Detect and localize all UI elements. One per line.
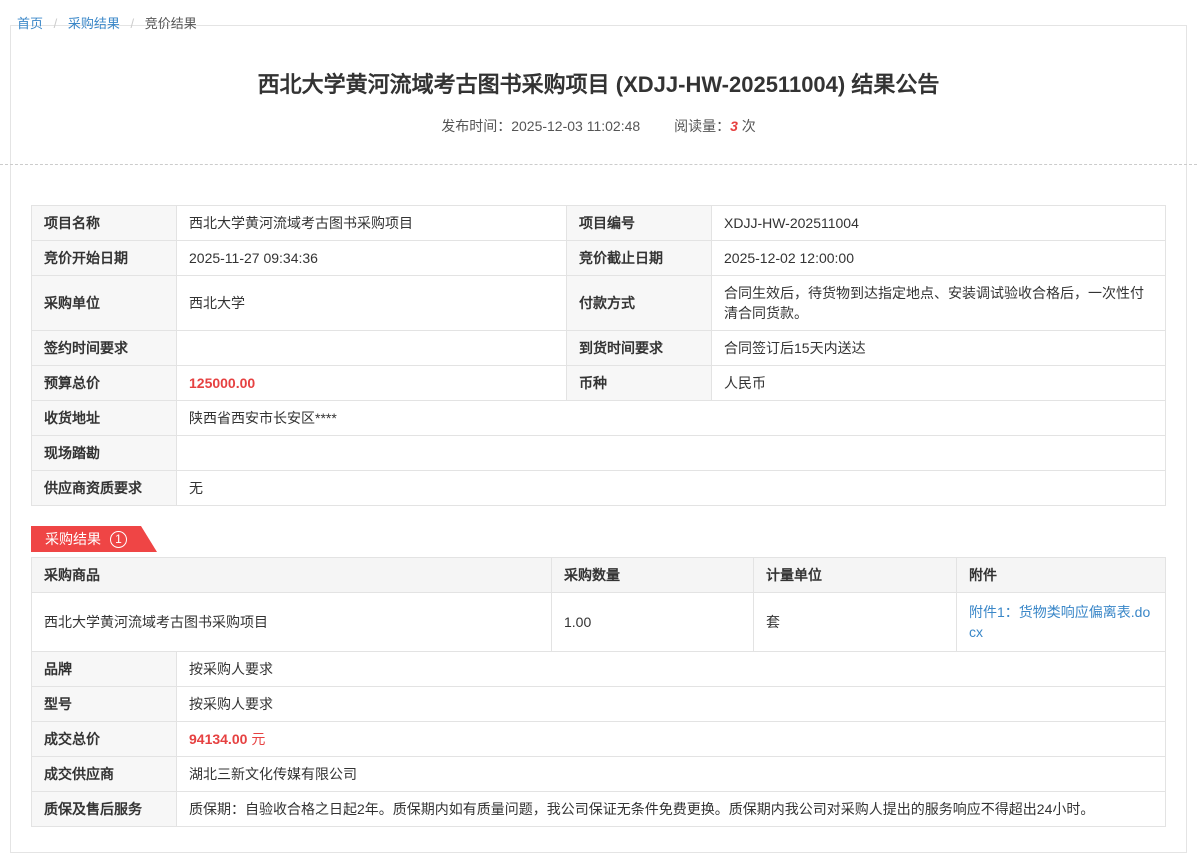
- payment-method-value: 合同生效后，待货物到达指定地点、安装调试验收合格后，一次性付清合同货款。: [712, 276, 1166, 331]
- site-survey-label: 现场踏勘: [32, 436, 177, 471]
- project-name-label: 项目名称: [32, 206, 177, 241]
- signing-time-value: [177, 331, 567, 366]
- deal-price-value: 94134.00元: [177, 722, 1166, 757]
- product-column-header: 采购商品: [32, 558, 552, 593]
- deal-price-label: 成交总价: [32, 722, 177, 757]
- site-survey-value: [177, 436, 1166, 471]
- publish-time-group: 发布时间：2025-12-03 11:02:48: [441, 118, 644, 134]
- attachment-link[interactable]: 附件1：货物类响应偏离表.docx: [969, 602, 1153, 642]
- unit-cell: 套: [754, 593, 957, 652]
- signing-time-label: 签约时间要求: [32, 331, 177, 366]
- announcement-card: 西北大学黄河流域考古图书采购项目 (XDJJ-HW-202511004) 结果公…: [10, 25, 1187, 853]
- purchaser-label: 采购单位: [32, 276, 177, 331]
- views-unit: 次: [742, 118, 756, 134]
- views-label: 阅读量：: [674, 118, 730, 134]
- result-badge-number-icon: 1: [110, 531, 127, 548]
- table-header-row: 采购商品 采购数量 计量单位 附件: [32, 558, 1166, 593]
- page: 首页 / 采购结果 / 竞价结果 西北大学黄河流域考古图书采购项目 (XDJJ-…: [0, 0, 1197, 867]
- quantity-column-header: 采购数量: [552, 558, 754, 593]
- result-badge: 采购结果 1: [31, 526, 157, 552]
- model-label: 型号: [32, 687, 177, 722]
- attachment-column-header: 附件: [957, 558, 1166, 593]
- payment-method-label: 付款方式: [567, 276, 712, 331]
- quantity-cell: 1.00: [552, 593, 754, 652]
- table-row: 竞价开始日期 2025-11-27 09:34:36 竞价截止日期 2025-1…: [32, 241, 1166, 276]
- table-row: 采购单位 西北大学 付款方式 合同生效后，待货物到达指定地点、安装调试验收合格后…: [32, 276, 1166, 331]
- table-row: 品牌 按采购人要求: [32, 652, 1166, 687]
- winning-supplier-label: 成交供应商: [32, 757, 177, 792]
- supplier-qualification-label: 供应商资质要求: [32, 471, 177, 506]
- publish-meta: 发布时间：2025-12-03 11:02:48 阅读量：3 次: [11, 116, 1186, 136]
- result-section-header: 采购结果 1: [31, 526, 1166, 552]
- table-row: 项目名称 西北大学黄河流域考古图书采购项目 项目编号 XDJJ-HW-20251…: [32, 206, 1166, 241]
- page-title: 西北大学黄河流域考古图书采购项目 (XDJJ-HW-202511004) 结果公…: [51, 70, 1146, 100]
- table-row: 质保及售后服务 质保期：自验收合格之日起2年。质保期内如有质量问题，我公司保证无…: [32, 792, 1166, 827]
- attachment-cell: 附件1：货物类响应偏离表.docx: [957, 593, 1166, 652]
- purchaser-value: 西北大学: [177, 276, 567, 331]
- brand-label: 品牌: [32, 652, 177, 687]
- breadcrumb-procurement-results[interactable]: 采购结果: [68, 16, 120, 31]
- views-count: 3: [730, 118, 738, 134]
- project-info-table: 项目名称 西北大学黄河流域考古图书采购项目 项目编号 XDJJ-HW-20251…: [31, 205, 1166, 506]
- deal-price-unit: 元: [251, 731, 265, 747]
- project-number-label: 项目编号: [567, 206, 712, 241]
- breadcrumb-current-bidding-results: 竞价结果: [145, 16, 197, 31]
- breadcrumb-home[interactable]: 首页: [17, 16, 43, 31]
- table-row: 成交总价 94134.00元: [32, 722, 1166, 757]
- table-row: 现场踏勘: [32, 436, 1166, 471]
- warranty-value: 质保期：自验收合格之日起2年。质保期内如有质量问题，我公司保证无条件免费更换。质…: [177, 792, 1166, 827]
- table-row: 签约时间要求 到货时间要求 合同签订后15天内送达: [32, 331, 1166, 366]
- budget-total-value: 125000.00: [177, 366, 567, 401]
- dashed-divider: [0, 164, 1197, 165]
- result-table: 采购商品 采购数量 计量单位 附件 西北大学黄河流域考古图书采购项目 1.00 …: [31, 557, 1166, 652]
- delivery-time-label: 到货时间要求: [567, 331, 712, 366]
- delivery-address-label: 收货地址: [32, 401, 177, 436]
- breadcrumb-separator: /: [131, 16, 135, 31]
- breadcrumb-separator: /: [54, 16, 58, 31]
- currency-value: 人民币: [712, 366, 1166, 401]
- table-row: 型号 按采购人要求: [32, 687, 1166, 722]
- breadcrumb: 首页 / 采购结果 / 竞价结果: [0, 0, 1197, 25]
- currency-label: 币种: [567, 366, 712, 401]
- unit-column-header: 计量单位: [754, 558, 957, 593]
- warranty-label: 质保及售后服务: [32, 792, 177, 827]
- table-row: 供应商资质要求 无: [32, 471, 1166, 506]
- table-row: 成交供应商 湖北三新文化传媒有限公司: [32, 757, 1166, 792]
- supplier-qualification-value: 无: [177, 471, 1166, 506]
- publish-time-label: 发布时间：: [441, 118, 511, 134]
- bid-end-date-label: 竞价截止日期: [567, 241, 712, 276]
- delivery-time-value: 合同签订后15天内送达: [712, 331, 1166, 366]
- result-badge-label: 采购结果: [45, 529, 101, 549]
- model-value: 按采购人要求: [177, 687, 1166, 722]
- project-name-value: 西北大学黄河流域考古图书采购项目: [177, 206, 567, 241]
- table-row: 收货地址 陕西省西安市长安区****: [32, 401, 1166, 436]
- deal-price-amount: 94134.00: [189, 731, 247, 747]
- bid-start-date-label: 竞价开始日期: [32, 241, 177, 276]
- brand-value: 按采购人要求: [177, 652, 1166, 687]
- winning-supplier-value: 湖北三新文化传媒有限公司: [177, 757, 1166, 792]
- budget-amount: 125000.00: [189, 375, 255, 391]
- views-group: 阅读量：3 次: [674, 118, 756, 134]
- table-row: 预算总价 125000.00 币种 人民币: [32, 366, 1166, 401]
- budget-total-label: 预算总价: [32, 366, 177, 401]
- product-cell: 西北大学黄河流域考古图书采购项目: [32, 593, 552, 652]
- delivery-address-value: 陕西省西安市长安区****: [177, 401, 1166, 436]
- project-number-value: XDJJ-HW-202511004: [712, 206, 1166, 241]
- result-detail-table: 品牌 按采购人要求 型号 按采购人要求 成交总价 94134.00元 成交供应商…: [31, 651, 1166, 827]
- bid-end-date-value: 2025-12-02 12:00:00: [712, 241, 1166, 276]
- bid-start-date-value: 2025-11-27 09:34:36: [177, 241, 567, 276]
- table-row: 西北大学黄河流域考古图书采购项目 1.00 套 附件1：货物类响应偏离表.doc…: [32, 593, 1166, 652]
- publish-time-value: 2025-12-03 11:02:48: [511, 118, 640, 134]
